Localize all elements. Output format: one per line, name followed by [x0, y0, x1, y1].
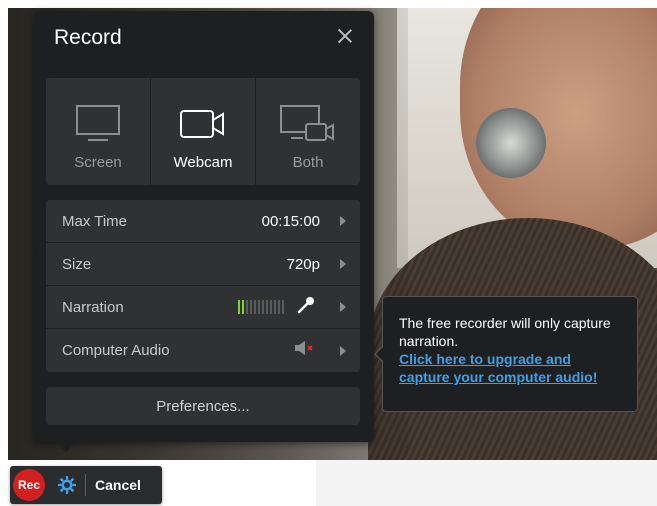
cancel-button[interactable]: Cancel: [95, 477, 141, 493]
chevron-right-icon: [340, 302, 346, 312]
tooltip-pointer-fill: [376, 347, 383, 361]
monitor-webcam-icon: [279, 102, 337, 146]
meter-bar: [282, 300, 284, 314]
computer-audio-label: Computer Audio: [62, 342, 170, 359]
meter-bar: [274, 300, 276, 314]
gear-icon[interactable]: [57, 475, 77, 495]
speaker-muted-icon: [294, 340, 316, 361]
toolbar-divider: [85, 474, 86, 496]
close-icon[interactable]: [334, 25, 356, 47]
meter-bar: [266, 300, 268, 314]
meter-bar: [270, 300, 272, 314]
meter-bar: [254, 300, 256, 314]
mode-screen-button[interactable]: Screen: [46, 78, 151, 185]
meter-bar: [258, 300, 260, 314]
meter-bar: [278, 300, 280, 314]
meter-bar: [262, 300, 264, 314]
max-time-value: 00:15:00: [261, 212, 320, 230]
preferences-button[interactable]: Preferences...: [46, 387, 360, 425]
max-time-label: Max Time: [62, 212, 128, 230]
chevron-right-icon: [340, 345, 346, 356]
meter-bar: [242, 300, 244, 314]
recorder-toolbar: Rec Cancel: [10, 466, 162, 504]
panel-pointer: [56, 442, 76, 452]
meter-bar: [238, 300, 240, 314]
record-panel: Record Screen Webcam Both Max Time 00:15…: [34, 11, 374, 442]
upgrade-tooltip: The free recorder will only capture narr…: [382, 296, 638, 412]
size-label: Size: [62, 255, 92, 273]
mode-screen-label: Screen: [74, 154, 122, 171]
max-time-row[interactable]: Max Time 00:15:00: [46, 200, 360, 243]
page-background-strip: [316, 460, 657, 506]
narration-level-meter: [238, 300, 284, 314]
size-row[interactable]: Size 720p: [46, 243, 360, 286]
mode-both-label: Both: [292, 154, 324, 171]
upgrade-link[interactable]: Click here to upgrade and capture your c…: [399, 350, 621, 386]
narration-label: Narration: [62, 298, 124, 316]
mode-webcam-button[interactable]: Webcam: [151, 78, 256, 185]
chevron-right-icon: [340, 216, 346, 226]
microphone-icon: [296, 295, 316, 320]
mode-webcam-label: Webcam: [173, 154, 233, 171]
computer-audio-row[interactable]: Computer Audio: [46, 329, 360, 372]
settings-list: Max Time 00:15:00 Size 720p Narration Co…: [46, 200, 360, 372]
tooltip-text: The free recorder will only capture narr…: [399, 315, 611, 349]
webcam-icon: [179, 102, 227, 146]
rec-button[interactable]: Rec: [13, 469, 45, 501]
mode-selector: Screen Webcam Both: [46, 78, 360, 185]
mode-both-button[interactable]: Both: [256, 78, 360, 185]
meter-bar: [246, 300, 248, 314]
monitor-icon: [75, 102, 121, 146]
panel-title: Record: [54, 26, 122, 49]
meter-bar: [250, 300, 252, 314]
narration-row[interactable]: Narration: [46, 286, 360, 329]
size-value: 720p: [286, 255, 320, 273]
chevron-right-icon: [340, 259, 346, 269]
